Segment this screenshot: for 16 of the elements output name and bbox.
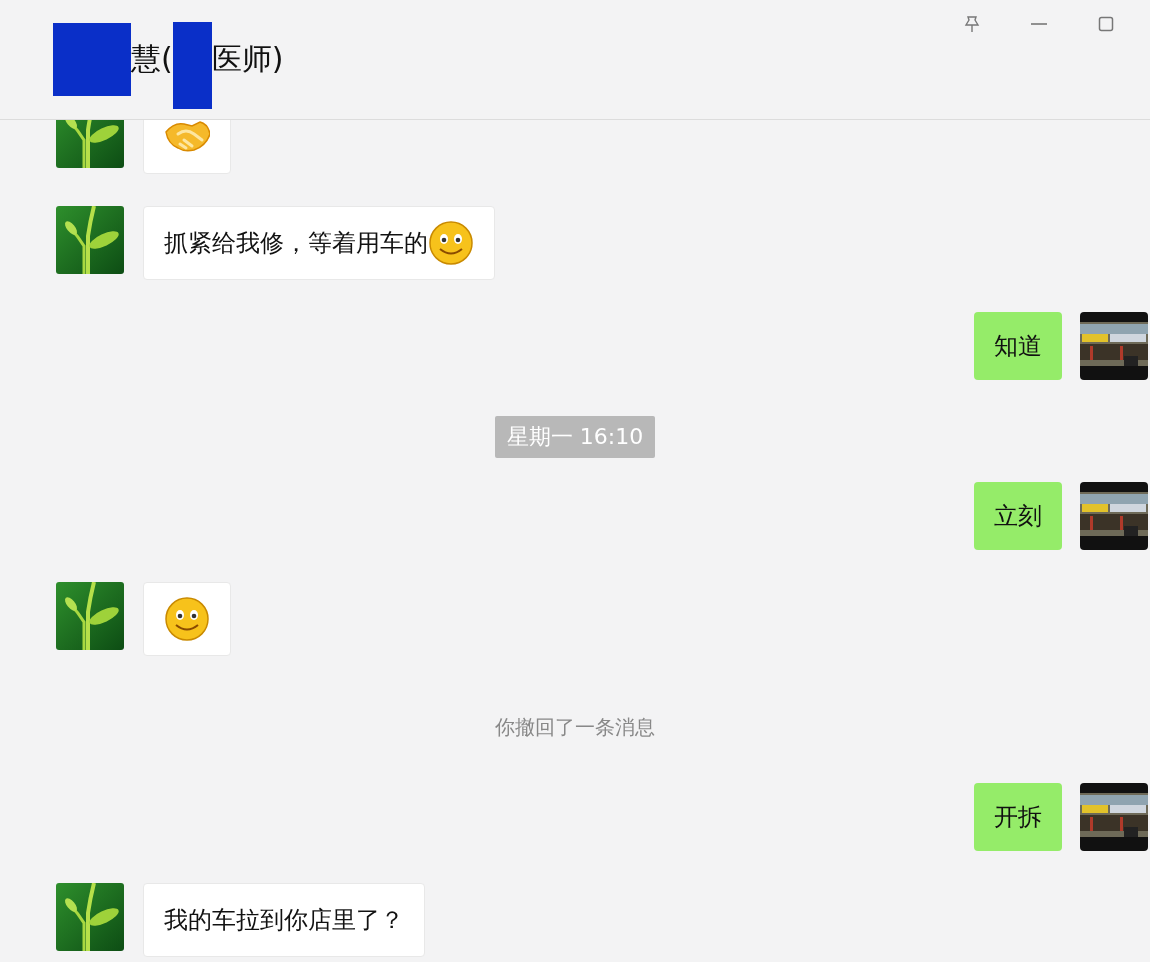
window-title: 医师) xyxy=(211,39,284,78)
maximize-button[interactable] xyxy=(1096,14,1116,34)
system-message: 你撤回了一条消息 xyxy=(495,714,655,741)
smiley-icon xyxy=(164,596,210,642)
smiley-icon xyxy=(428,220,474,266)
message-text: 我的车拉到你店里了？ xyxy=(164,905,404,936)
message-text: 立刻 xyxy=(994,501,1042,532)
timestamp: 星期一 16:10 xyxy=(494,416,656,458)
pin-icon xyxy=(962,14,982,34)
maximize-icon xyxy=(1096,14,1116,34)
message-text: 开拆 xyxy=(994,802,1042,833)
minimize-icon xyxy=(1031,23,1047,25)
message-text: 抓紧给我修，等着用车的 xyxy=(164,228,428,259)
window-title: 慧( xyxy=(131,39,173,78)
message-text: 知道 xyxy=(994,331,1042,362)
pin-button[interactable] xyxy=(962,14,982,34)
